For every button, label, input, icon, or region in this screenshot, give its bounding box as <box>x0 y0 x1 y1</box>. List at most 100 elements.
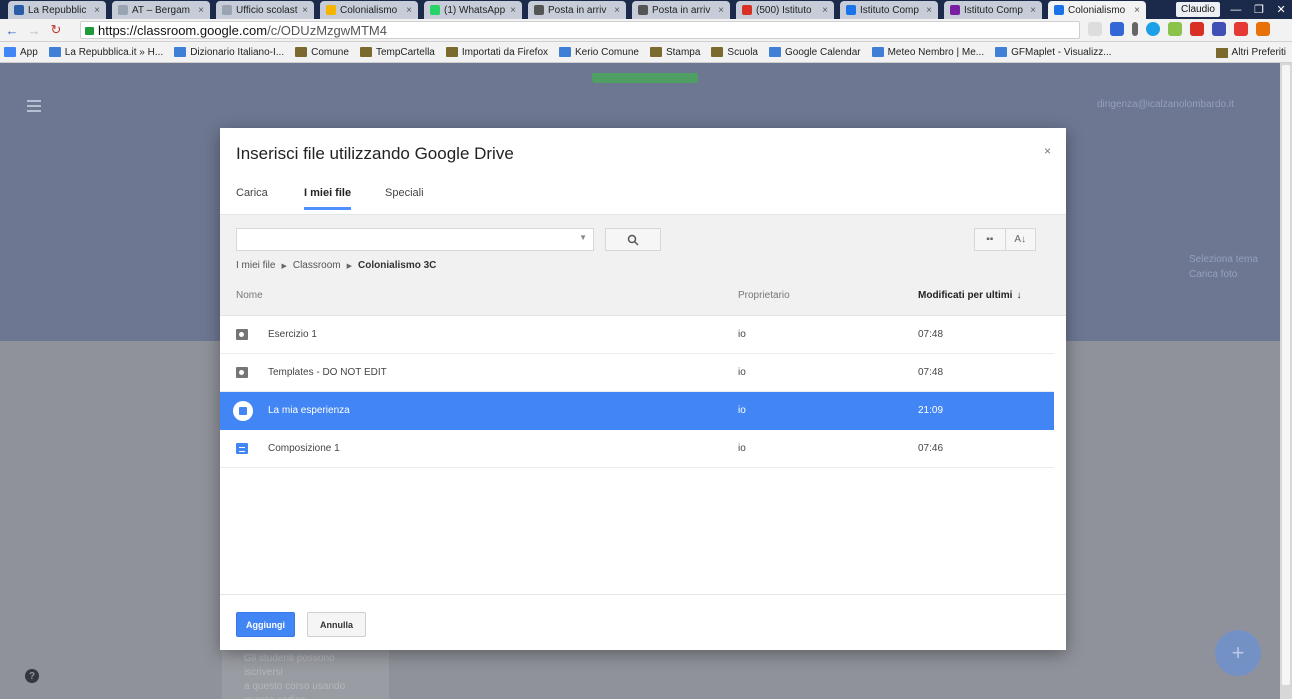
menu-icon[interactable] <box>27 100 41 115</box>
dialog-title: Inserisci file utilizzando Google Drive <box>236 144 514 163</box>
skype-icon[interactable] <box>1146 22 1160 36</box>
browser-tab[interactable]: Posta in arriv × <box>632 1 730 19</box>
select-theme-link[interactable]: Seleziona tema <box>1189 252 1258 267</box>
shared-folder-icon <box>236 367 248 378</box>
breadcrumb-current[interactable]: Colonialismo 3C <box>358 260 436 271</box>
tab-close-icon[interactable]: × <box>1030 5 1036 16</box>
browser-tab[interactable]: (500) Istituto × <box>736 1 834 19</box>
browser-tab[interactable]: Istituto Comp × <box>840 1 938 19</box>
bookmark-item[interactable]: Dizionario Italiano-I... <box>174 47 284 58</box>
user-email[interactable]: dirigenza@icalzanolombardo.it <box>1097 99 1234 110</box>
tab-close-icon[interactable]: × <box>614 5 620 16</box>
tab-close-icon[interactable]: × <box>198 5 204 16</box>
tab-close-icon[interactable]: × <box>406 5 412 16</box>
extension-icon[interactable] <box>1212 22 1226 36</box>
bookmark-label: Dizionario Italiano-I... <box>190 46 285 58</box>
search-button[interactable] <box>605 228 661 251</box>
breadcrumb-classroom[interactable]: Classroom <box>293 260 341 271</box>
tab-my-files[interactable]: I miei file <box>304 187 352 210</box>
column-name[interactable]: Nome <box>236 290 263 301</box>
add-button[interactable]: Aggiungi <box>236 612 295 637</box>
tab-close-icon[interactable]: × <box>302 5 308 16</box>
bookmark-item[interactable]: App <box>4 47 38 58</box>
browser-tab[interactable]: AT – Bergam × <box>112 1 210 19</box>
menu-icon[interactable] <box>1256 22 1270 36</box>
help-icon[interactable]: ? <box>25 669 39 683</box>
bookmark-item[interactable]: Stampa <box>649 47 700 58</box>
file-name: Templates - DO NOT EDIT <box>268 367 387 378</box>
extension-icons <box>1088 22 1270 36</box>
bookmark-item[interactable]: GFMaplet - Visualizz... <box>995 47 1112 58</box>
browser-tab[interactable]: Colonialismo × <box>1048 1 1146 19</box>
dropdown-arrow-icon[interactable]: ▼ <box>579 233 587 242</box>
browser-tab[interactable]: Ufficio scolast × <box>216 1 314 19</box>
file-modified: 21:09 <box>918 405 944 416</box>
reload-icon[interactable]: ↻ <box>48 22 64 38</box>
breadcrumb: I miei file ▶ Classroom ▶ Colonialismo 3… <box>236 260 436 271</box>
site-favicon-icon <box>48 47 61 57</box>
tab-close-icon[interactable]: × <box>94 5 100 16</box>
other-bookmarks[interactable]: Altri Preferiti <box>1215 47 1286 58</box>
extension-icon[interactable] <box>1110 22 1124 36</box>
document-icon <box>236 443 248 454</box>
grid-view-icon[interactable]: ▪▪ <box>975 229 1005 250</box>
page-scrollbar[interactable] <box>1280 63 1292 699</box>
site-favicon-icon <box>559 47 572 57</box>
tab-close-icon[interactable]: × <box>718 5 724 16</box>
bookmark-item[interactable]: TempCartella <box>359 47 435 58</box>
browser-tab[interactable]: Posta in arriv × <box>528 1 626 19</box>
shared-folder-icon <box>236 329 248 340</box>
close-icon[interactable]: × <box>1044 144 1051 158</box>
tab-close-icon[interactable]: × <box>1134 5 1140 16</box>
scroll-thumb[interactable] <box>1282 65 1290 685</box>
extension-icon[interactable] <box>1132 22 1138 36</box>
minimize-icon[interactable]: — <box>1230 4 1241 16</box>
maximize-icon[interactable]: ❐ <box>1254 3 1264 16</box>
browser-user-chip[interactable]: Claudio <box>1176 2 1220 17</box>
file-modified: 07:48 <box>918 367 944 378</box>
browser-tab[interactable]: Colonialismo × <box>320 1 418 19</box>
file-row[interactable]: Composizione 1 io 07:46 <box>220 430 1054 468</box>
browser-tab[interactable]: (1) WhatsApp × <box>424 1 522 19</box>
tab-starred[interactable]: Speciali <box>385 187 424 207</box>
breadcrumb-my-files[interactable]: I miei file <box>236 260 275 271</box>
search-input[interactable]: ▼ <box>236 228 594 251</box>
favicon-icon <box>950 5 960 15</box>
bookmark-label: La Repubblica.it » H... <box>64 46 164 58</box>
bookmark-item[interactable]: Importati da Firefox <box>445 47 548 58</box>
tab-close-icon[interactable]: × <box>510 5 516 16</box>
tab-upload[interactable]: Carica <box>236 187 268 207</box>
star-icon[interactable] <box>1088 22 1102 36</box>
browser-tab-label: Istituto Comp <box>964 4 1023 16</box>
bookmark-item[interactable]: Kerio Comune <box>559 47 639 58</box>
forward-arrow-icon[interactable]: → <box>26 22 42 38</box>
bookmark-item[interactable]: Scuola <box>711 47 758 58</box>
tab-close-icon[interactable]: × <box>926 5 932 16</box>
bookmark-item[interactable]: Google Calendar <box>768 47 861 58</box>
file-row[interactable]: Esercizio 1 io 07:48 <box>220 316 1054 354</box>
theme-links: Seleziona tema Carica foto <box>1189 252 1258 282</box>
view-buttons: ▪▪ A↓ <box>974 228 1036 251</box>
file-row[interactable]: La mia esperienza io 21:09 <box>220 392 1054 430</box>
extension-icon[interactable] <box>1168 22 1182 36</box>
sort-az-icon[interactable]: A↓ <box>1004 229 1036 250</box>
adblock-icon[interactable] <box>1190 22 1204 36</box>
back-arrow-icon[interactable]: ← <box>4 22 20 38</box>
column-modified[interactable]: Modificati per ultimi ↓ <box>918 290 1021 301</box>
bookmark-item[interactable]: Meteo Nembro | Me... <box>871 47 984 58</box>
browser-tab[interactable]: Istituto Comp × <box>944 1 1042 19</box>
file-name: Esercizio 1 <box>268 329 317 340</box>
column-owner[interactable]: Proprietario <box>738 290 790 301</box>
bookmark-item[interactable]: Comune <box>295 47 349 58</box>
browser-tab[interactable]: La Repubblic × <box>8 1 106 19</box>
extension-icon[interactable] <box>1234 22 1248 36</box>
file-row[interactable]: Templates - DO NOT EDIT io 07:48 <box>220 354 1054 392</box>
folder-icon <box>649 47 662 57</box>
bookmark-item[interactable]: La Repubblica.it » H... <box>48 46 164 58</box>
upload-photo-link[interactable]: Carica foto <box>1189 267 1258 282</box>
tab-close-icon[interactable]: × <box>822 5 828 16</box>
close-window-icon[interactable]: ✕ <box>1276 3 1285 16</box>
add-fab-button[interactable]: + <box>1215 630 1261 676</box>
url-input[interactable]: https://classroom.google.com/c/ODUzMzgwM… <box>80 21 1080 39</box>
cancel-button[interactable]: Annulla <box>307 612 366 637</box>
